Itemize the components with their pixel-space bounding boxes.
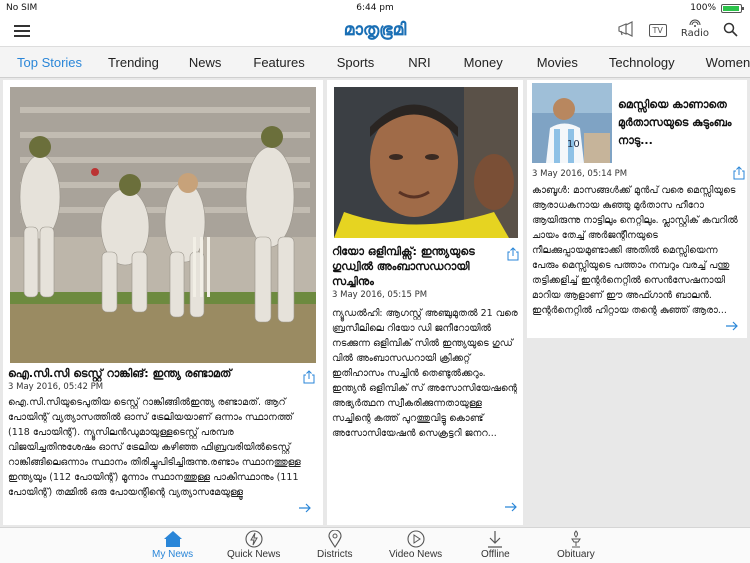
article-date: 3 May 2016, 05:15 PM xyxy=(332,290,428,300)
arrow-right-icon[interactable] xyxy=(504,502,518,512)
hamburger-menu-icon[interactable] xyxy=(14,25,30,37)
map-pin-icon xyxy=(328,530,342,548)
battery-percent: 100% xyxy=(690,3,716,13)
article-headline[interactable]: മെസ്സിയെ കാണാതെ മുർതാസയുടെ കുടുംബം നാടു.… xyxy=(618,96,738,150)
lightning-icon xyxy=(245,530,263,548)
nav-quick-news[interactable]: Quick News xyxy=(227,530,280,560)
status-bar: No SIM 6:44 pm 100% xyxy=(0,0,750,16)
tab-trending[interactable]: Trending xyxy=(108,55,159,70)
nav-districts[interactable]: Districts xyxy=(317,530,353,560)
tv-label: TV xyxy=(648,24,667,37)
megaphone-icon[interactable] xyxy=(617,21,635,37)
nav-label: Offline xyxy=(481,549,510,560)
nav-label: Districts xyxy=(317,549,353,560)
radio-label: Radio xyxy=(680,28,709,39)
tab-features[interactable]: Features xyxy=(253,55,304,70)
article-summary: ന്യൂഡൽഹി: ആഗസ്റ്റ് അഞ്ചുമുതൽ 21 വരെ ബ്രസ… xyxy=(332,308,518,439)
search-icon[interactable] xyxy=(723,22,738,37)
nav-label: Obituary xyxy=(557,549,595,560)
article-headline[interactable]: റിയോ ഒളിമ്പിക്സ്: ഇന്ത്യയുടെ ഗുഡ്വിൽ അംബ… xyxy=(332,244,500,289)
download-icon xyxy=(488,531,503,548)
murtaza-photo: 10 xyxy=(532,83,612,163)
share-icon[interactable] xyxy=(303,370,315,384)
radio-waves-icon xyxy=(689,19,701,27)
article-card[interactable]: റിയോ ഒളിമ്പിക്സ്: ഇന്ത്യയുടെ ഗുഡ്വിൽ അംബ… xyxy=(327,80,523,525)
tab-sports[interactable]: Sports xyxy=(337,55,375,70)
tab-technology[interactable]: Technology xyxy=(609,55,675,70)
lamp-icon xyxy=(570,530,581,548)
article-date: 3 May 2016, 05:14 PM xyxy=(532,169,628,179)
article-card[interactable]: 10 മെസ്സിയെ കാണാതെ മുർതാസയുടെ കുടുംബം നാ… xyxy=(527,80,747,338)
tab-money[interactable]: Money xyxy=(464,55,503,70)
tv-button[interactable]: TV xyxy=(648,21,667,37)
tab-nri[interactable]: NRI xyxy=(408,55,430,70)
nav-offline[interactable]: Offline xyxy=(481,530,510,560)
sachin-portrait-photo xyxy=(334,87,518,238)
tab-top-stories[interactable]: Top Stories xyxy=(17,55,82,70)
bottom-navigation: My News Quick News Districts Video News … xyxy=(0,527,750,563)
category-tabs: Top Stories Trending News Features Sport… xyxy=(0,46,750,78)
svg-text:10: 10 xyxy=(567,139,580,150)
cricket-match-photo xyxy=(10,87,316,363)
home-icon xyxy=(163,531,182,547)
article-date: 3 May 2016, 05:42 PM xyxy=(8,382,104,392)
arrow-right-icon[interactable] xyxy=(298,503,312,513)
nav-video-news[interactable]: Video News xyxy=(389,530,442,560)
play-icon xyxy=(407,530,425,548)
nav-label: My News xyxy=(152,549,194,560)
battery-icon xyxy=(721,4,744,13)
tab-news[interactable]: News xyxy=(189,55,222,70)
article-card[interactable]: ഐ.സി.സി ടെസ്റ്റ് റാങ്കിങ്: ഇന്ത്യ രണ്ടാമ… xyxy=(3,80,323,525)
article-summary: ഐ.സി.സിയുടെപുതിയ ടെസ്റ്റ് റാങ്കിങ്ങിൽഇന്… xyxy=(8,397,301,498)
clock: 6:44 pm xyxy=(356,3,394,13)
tab-women[interactable]: Women xyxy=(706,55,750,70)
article-headline[interactable]: ഐ.സി.സി ടെസ്റ്റ് റാങ്കിങ്: ഇന്ത്യ രണ്ടാമ… xyxy=(8,366,288,381)
header-actions: TV Radio xyxy=(617,19,738,39)
app-header: മാതൃഭൂമി TV Radio xyxy=(0,16,750,46)
radio-button[interactable]: Radio xyxy=(681,19,709,39)
nav-label: Quick News xyxy=(227,549,281,560)
tab-movies[interactable]: Movies xyxy=(537,55,578,70)
share-icon[interactable] xyxy=(733,166,745,180)
nav-obituary[interactable]: Obituary xyxy=(557,530,595,560)
nav-label: Video News xyxy=(389,549,443,560)
share-icon[interactable] xyxy=(507,247,519,261)
nav-my-news[interactable]: My News xyxy=(152,530,193,560)
article-summary: കാബൂൾ: മാസങ്ങൾക്ക് മുൻപ് വരെ മെസ്സിയുടെ … xyxy=(532,185,738,316)
arrow-right-icon[interactable] xyxy=(725,321,739,331)
